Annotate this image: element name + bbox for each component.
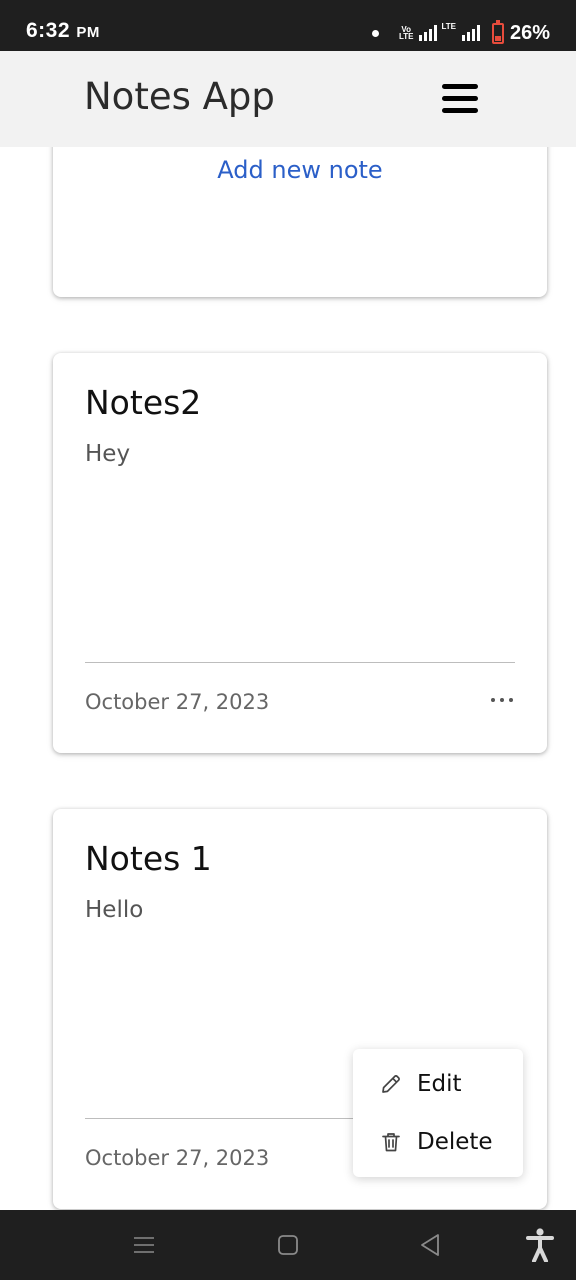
system-nav-bar [0,1210,576,1280]
status-bar: 6:32 PM Vo LTE LTE 26% [0,0,576,51]
pencil-icon [382,1075,400,1093]
note-context-menu: Edit Delete [353,1049,523,1177]
note-date: October 27, 2023 [85,1146,270,1170]
note-divider [85,662,515,663]
battery-percentage: 26% [509,21,550,44]
app-title: Notes App [84,75,275,118]
note-body: Hello [85,897,144,923]
edit-menu-label: Edit [417,1071,462,1097]
delete-menu-label: Delete [417,1129,493,1155]
status-icons: Vo LTE LTE 26% [371,19,550,46]
note-title: Notes2 [85,383,202,422]
lte-label: LTE [441,22,456,31]
accessibility-icon[interactable] [526,1228,554,1262]
battery-icon [491,19,504,44]
note-body: Hey [85,441,131,467]
more-options-icon[interactable] [491,694,513,706]
signal-strength-2-icon [461,25,480,41]
status-time-ampm: PM [76,24,100,41]
add-new-note-link[interactable]: Add new note [53,156,547,184]
home-icon[interactable] [277,1234,299,1256]
volte-bottom-label: LTE [398,32,414,41]
volte-icon: Vo LTE [398,26,414,41]
note-title: Notes 1 [85,839,212,878]
recent-apps-icon[interactable] [133,1235,155,1255]
trash-icon [382,1133,400,1152]
back-icon[interactable] [420,1233,440,1257]
app-bar: Notes App [0,51,576,147]
edit-menu-item[interactable]: Edit [353,1055,523,1113]
delete-menu-item[interactable]: Delete [353,1113,523,1171]
notification-dot-icon [371,29,379,37]
note-card[interactable]: Notes2 Hey October 27, 2023 [53,353,547,753]
note-date: October 27, 2023 [85,690,270,714]
hamburger-icon[interactable] [442,84,478,114]
status-time: 6:32 PM [26,19,100,43]
signal-strength-icon [419,25,438,41]
status-time-value: 6:32 [26,19,71,42]
